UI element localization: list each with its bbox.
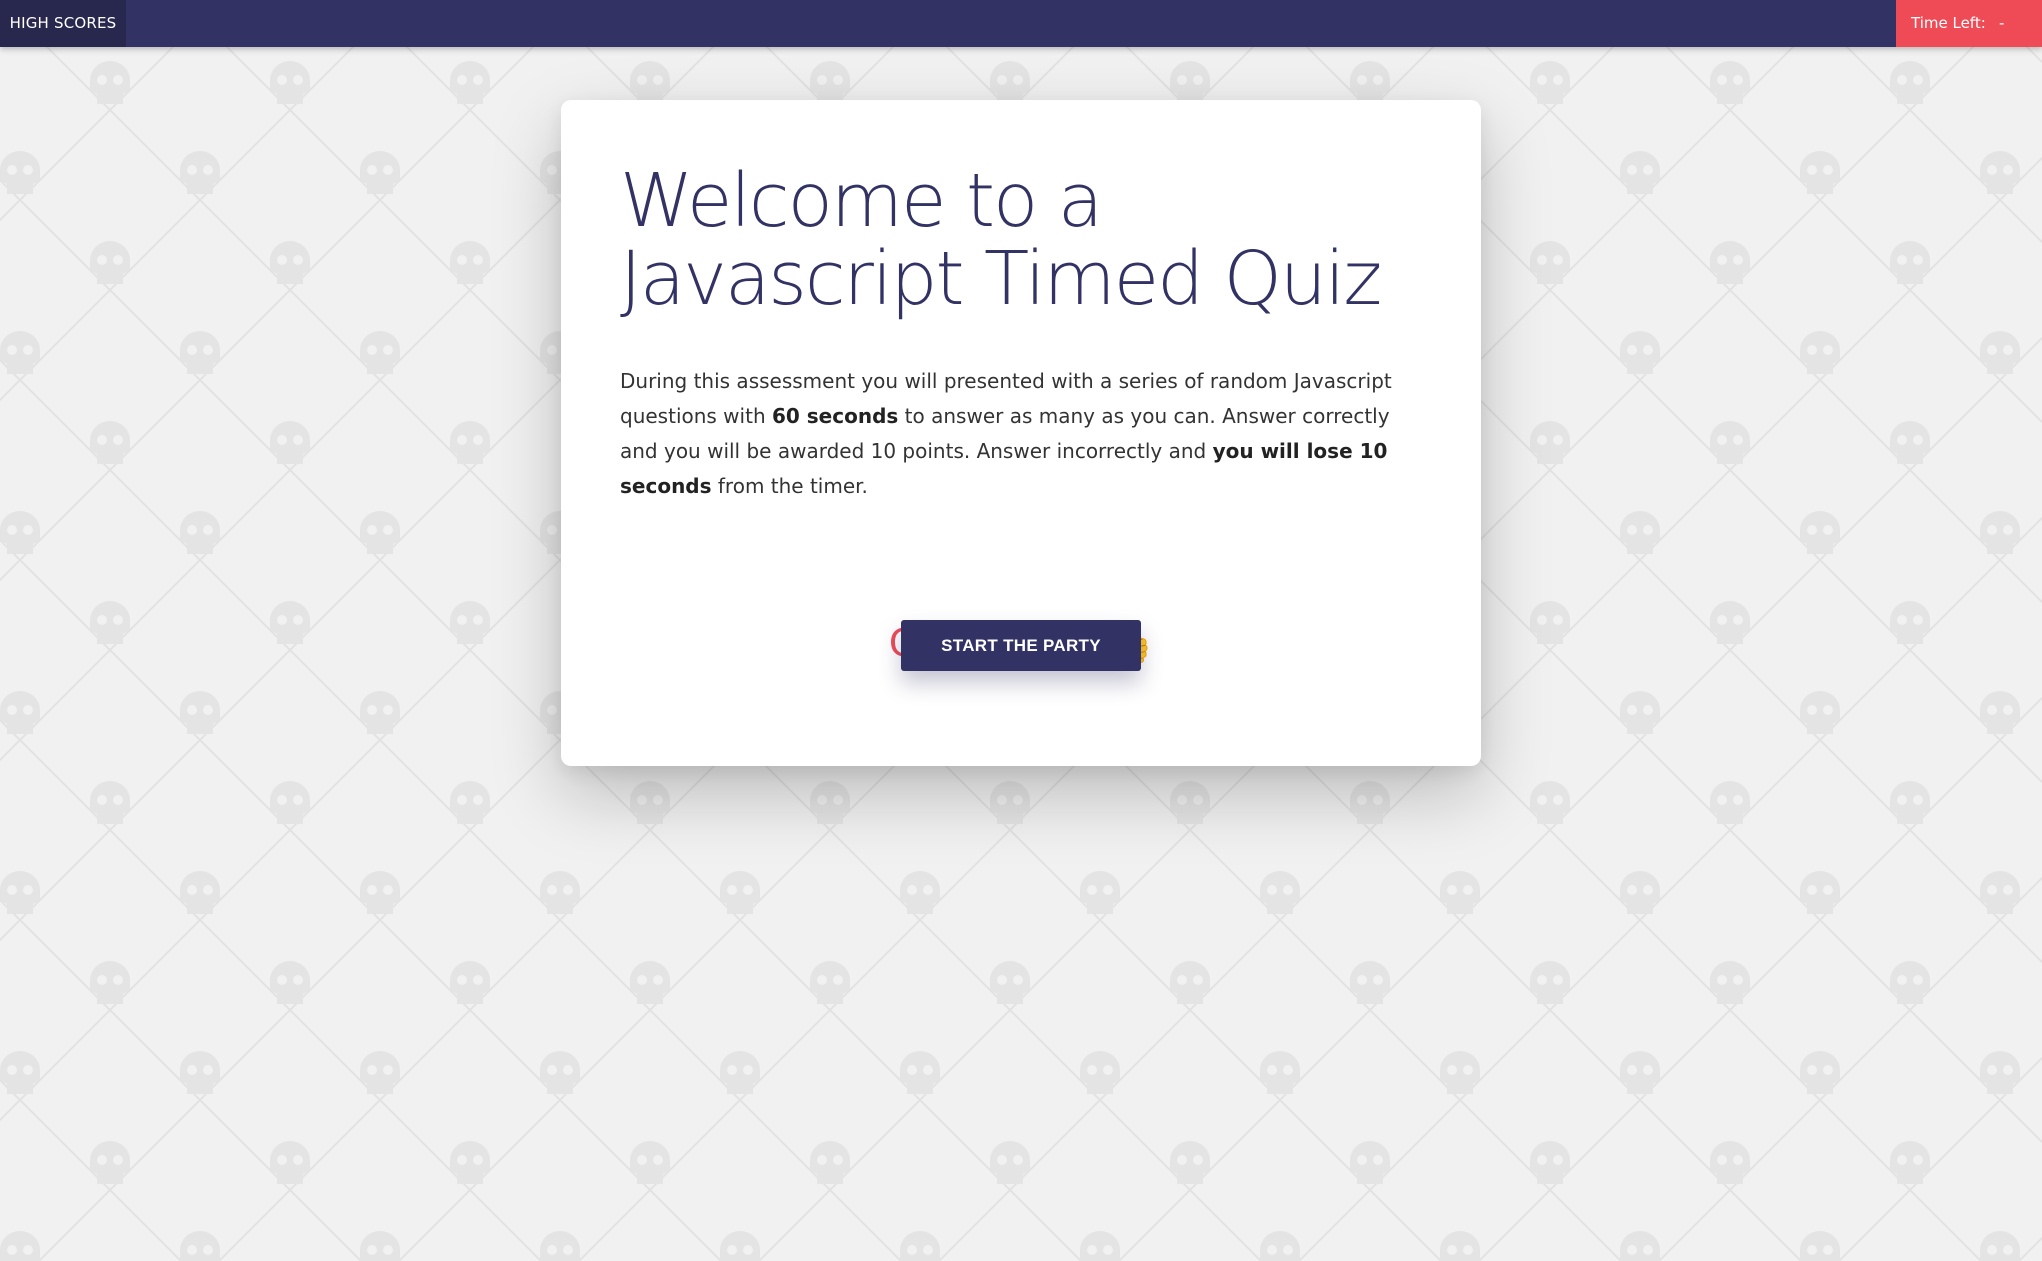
intro-paragraph: During this assessment you will presente…	[620, 364, 1430, 504]
title-line-2: Javascript Timed Quiz	[620, 236, 1382, 322]
top-navigation-bar: HIGH SCORES Time Left: -	[0, 0, 2042, 47]
intro-text-3: from the timer.	[711, 474, 868, 498]
quiz-intro-card: Welcome to a Javascript Timed Quiz During…	[561, 100, 1481, 766]
start-quiz-button[interactable]: START THE PARTY	[901, 620, 1141, 671]
time-left-value: -	[1999, 14, 2005, 32]
time-left-display: Time Left: -	[1896, 0, 2042, 47]
title-line-1: Welcome to a	[620, 158, 1103, 244]
high-scores-link[interactable]: HIGH SCORES	[0, 0, 126, 47]
time-left-label: Time Left:	[1911, 14, 1986, 32]
intro-emphasis-seconds: 60 seconds	[771, 404, 899, 428]
page-title: Welcome to a Javascript Timed Quiz	[620, 162, 1450, 318]
